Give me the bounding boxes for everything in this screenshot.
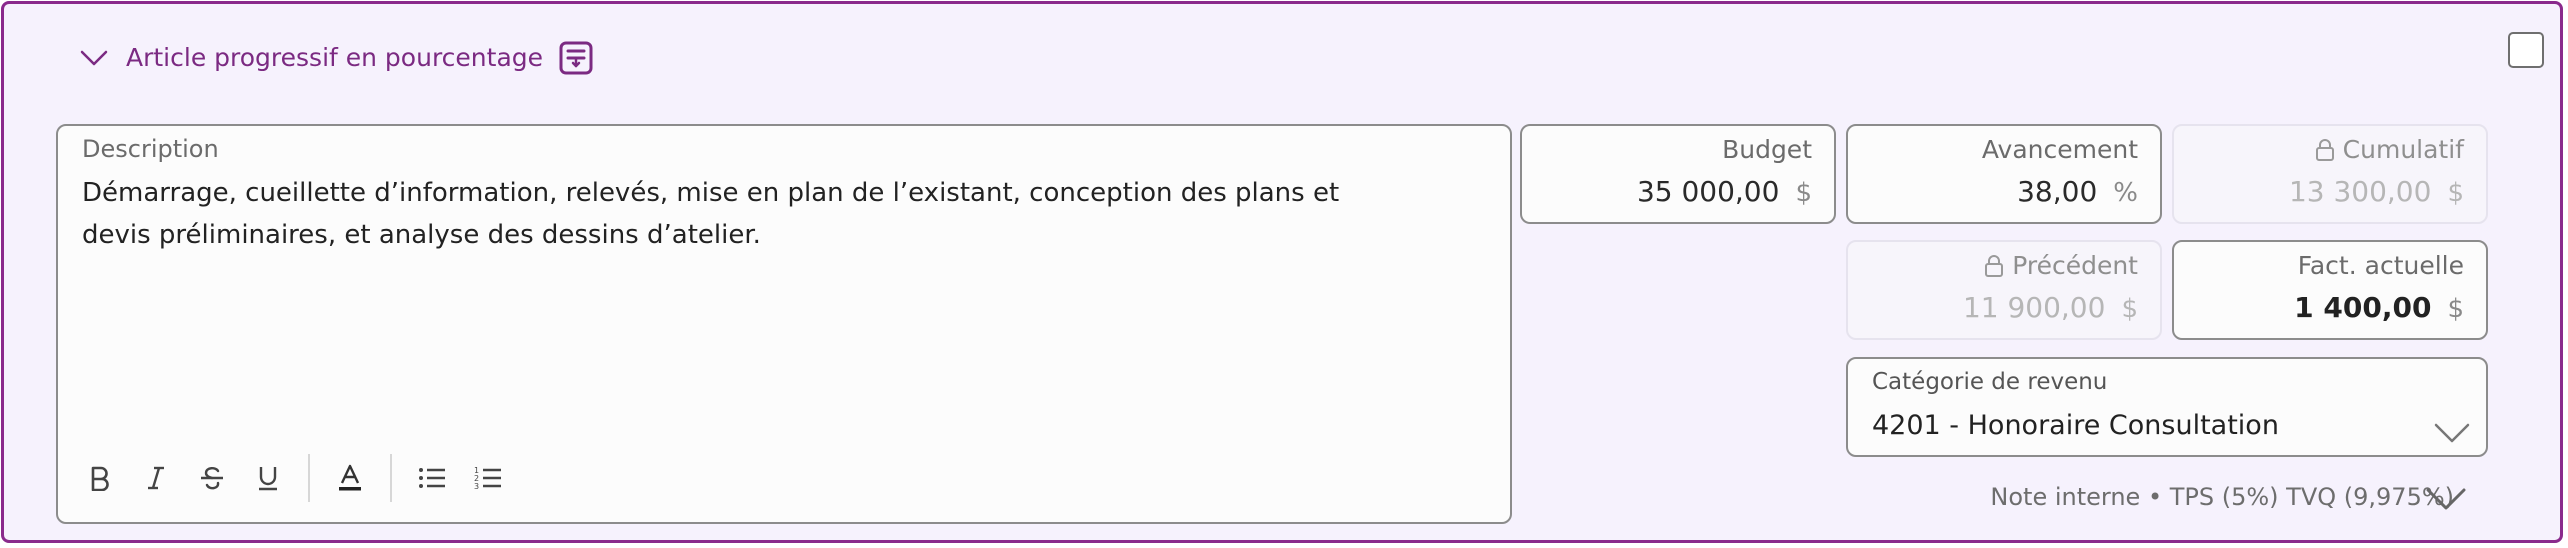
- cumulatif-value: 13 300,00 $: [2289, 174, 2464, 211]
- description-editor[interactable]: Description Démarrage, cueillette d’info…: [56, 124, 1512, 524]
- cumulatif-label: Cumulatif: [2342, 135, 2464, 164]
- select-checkbox[interactable]: [2508, 32, 2544, 68]
- bullet-list-icon: [419, 468, 445, 488]
- text-color-button[interactable]: [322, 452, 378, 504]
- italic-icon: [148, 466, 164, 490]
- lock-icon: [1985, 255, 2004, 277]
- budget-value: 35 000,00 $: [1637, 174, 1812, 211]
- item-type-button[interactable]: [558, 40, 594, 76]
- precedent-value: 11 900,00 $: [1963, 290, 2138, 327]
- currency-unit: $: [2121, 294, 2138, 324]
- revenue-category-label: Catégorie de revenu: [1872, 369, 2108, 395]
- precedent-field: Précédent 11 900,00 $: [1846, 240, 2162, 340]
- avancement-label: Avancement: [1981, 135, 2138, 164]
- chevron-down-icon[interactable]: [2424, 482, 2468, 514]
- collapse-toggle[interactable]: [74, 38, 114, 78]
- internal-note-toggle[interactable]: Note interne • TPS (5%) TVQ (9,975%): [1990, 479, 2454, 515]
- chevron-down-icon: [2434, 423, 2470, 443]
- cumulatif-field: Cumulatif 13 300,00 $: [2172, 124, 2488, 224]
- description-text[interactable]: Démarrage, cueillette d’information, rel…: [82, 172, 1412, 256]
- cumulatif-amount: 13 300,00: [2288, 175, 2432, 208]
- toolbar-divider: [308, 454, 310, 502]
- svg-text:3: 3: [474, 482, 479, 491]
- format-toolbar: 1 2 3: [72, 452, 516, 504]
- precedent-amount: 11 900,00: [1962, 291, 2106, 324]
- numbered-list-icon: 1 2 3: [474, 466, 501, 491]
- toolbar-divider: [390, 454, 392, 502]
- budget-label: Budget: [1722, 135, 1812, 164]
- fact-actuelle-amount: 1 400,00: [2294, 291, 2432, 324]
- avancement-amount: 38,00: [2017, 175, 2098, 208]
- bullet-list-button[interactable]: [404, 452, 460, 504]
- currency-unit: $: [1795, 178, 1812, 208]
- underline-button[interactable]: [240, 452, 296, 504]
- fact-actuelle-field[interactable]: Fact. actuelle 1 400,00 $: [2172, 240, 2488, 340]
- precedent-label: Précédent: [2012, 251, 2138, 280]
- revenue-category-select[interactable]: Catégorie de revenu 4201 - Honoraire Con…: [1846, 357, 2488, 457]
- currency-unit: $: [2447, 294, 2464, 324]
- budget-field[interactable]: Budget 35 000,00 $: [1520, 124, 1836, 224]
- avancement-field[interactable]: Avancement 38,00 %: [1846, 124, 2162, 224]
- precedent-label-wrap: Précédent: [1984, 250, 2138, 282]
- description-label: Description: [82, 135, 219, 163]
- strikethrough-icon: [201, 467, 223, 490]
- currency-unit: $: [2447, 178, 2464, 208]
- fact-actuelle-value: 1 400,00 $: [2294, 290, 2464, 327]
- bold-button[interactable]: [72, 452, 128, 504]
- budget-amount: 35 000,00: [1636, 175, 1780, 208]
- line-item-card: Article progressif en pourcentage Descri…: [1, 1, 2563, 543]
- italic-button[interactable]: [128, 452, 184, 504]
- text-color-icon: [339, 464, 361, 491]
- bold-icon: [91, 466, 109, 491]
- cumulatif-label-wrap: Cumulatif: [2315, 134, 2464, 166]
- numbered-list-button[interactable]: 1 2 3: [460, 452, 516, 504]
- revenue-category-value: 4201 - Honoraire Consultation: [1872, 410, 2279, 441]
- percent-unit: %: [2113, 178, 2138, 208]
- chevron-down-icon: [80, 50, 108, 66]
- underline-icon: [259, 467, 277, 491]
- item-title: Article progressif en pourcentage: [126, 43, 544, 72]
- progress-item-icon: [559, 41, 593, 75]
- fact-actuelle-label: Fact. actuelle: [2297, 251, 2464, 280]
- strikethrough-button[interactable]: [184, 452, 240, 504]
- lock-icon: [2315, 139, 2334, 161]
- avancement-value: 38,00 %: [2017, 174, 2138, 211]
